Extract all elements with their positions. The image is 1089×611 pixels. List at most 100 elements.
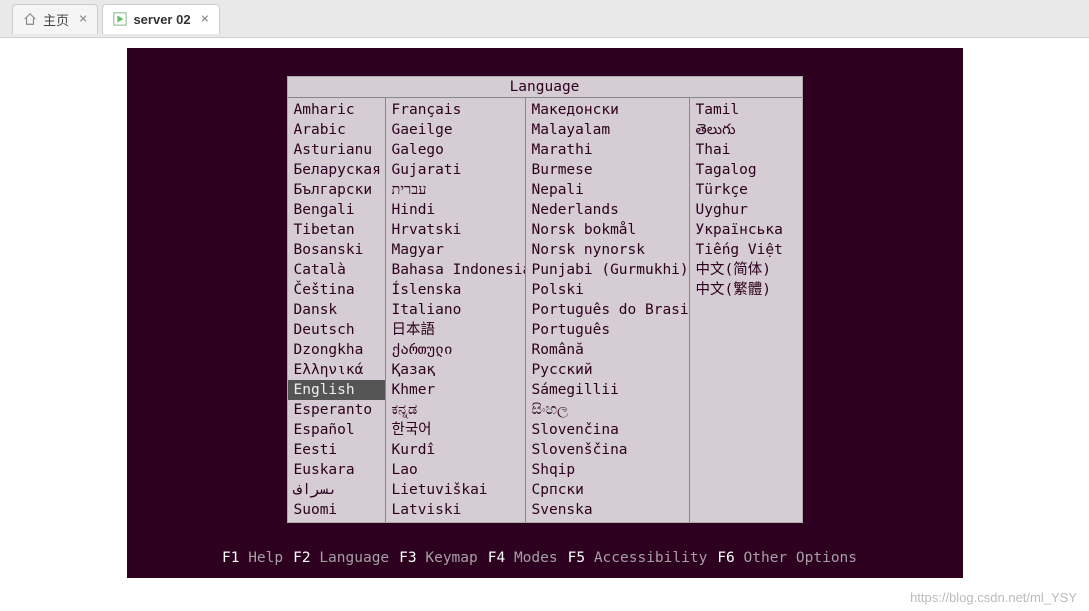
language-option[interactable]: ಕನ್ನಡ [386,400,525,420]
language-option[interactable]: Bosanski [288,240,385,260]
language-option[interactable]: Galego [386,140,525,160]
language-option[interactable]: Lao [386,460,525,480]
language-option[interactable]: Español [288,420,385,440]
play-icon [113,12,127,26]
language-option[interactable]: English [288,380,385,400]
dialog-title: Language [288,77,802,98]
language-option[interactable]: Slovenščina [526,440,689,460]
language-option[interactable]: ქართული [386,340,525,360]
language-option[interactable]: Kurdî [386,440,525,460]
fn-label: Accessibility [594,550,708,566]
tab-label: 主页 [43,10,69,29]
language-option[interactable]: తెలుగు [690,120,802,140]
language-option[interactable]: 日本語 [386,320,525,340]
language-option[interactable]: Tiếng Việt [690,240,802,260]
fn-label: Language [319,550,389,566]
language-option[interactable]: Polski [526,280,689,300]
fn-label: Modes [514,550,558,566]
function-key-bar: F1 HelpF2 LanguageF3 KeymapF4 ModesF5 Ac… [127,550,963,566]
fn-label: Other Options [744,550,858,566]
language-option[interactable]: Italiano [386,300,525,320]
language-option[interactable]: Norsk bokmål [526,220,689,240]
language-option[interactable]: Беларуская [288,160,385,180]
language-option[interactable]: Қазақ [386,360,525,380]
language-option[interactable]: Asturianu [288,140,385,160]
language-option[interactable]: Македонски [526,100,689,120]
fn-key[interactable]: F2 [293,550,319,566]
language-option[interactable]: Latviski [386,500,525,520]
close-icon[interactable]: × [79,11,87,27]
language-option[interactable]: עברית [386,180,525,200]
language-column: FrançaisGaeilgeGalegoGujaratiעבריתHindiH… [386,98,526,522]
fn-key[interactable]: F3 [399,550,425,566]
fn-key[interactable]: F5 [568,550,594,566]
language-option[interactable]: Hrvatski [386,220,525,240]
language-column: МакедонскиMalayalamMarathiBurmeseNepaliN… [526,98,690,522]
language-option[interactable]: 中文(简体) [690,260,802,280]
tab-home[interactable]: 主页 × [12,4,98,34]
language-option[interactable]: Suomi [288,500,385,520]
fn-key[interactable]: F4 [488,550,514,566]
language-option[interactable]: Română [526,340,689,360]
language-option[interactable]: Türkçe [690,180,802,200]
language-option[interactable]: Português do Brasil [526,300,689,320]
language-option[interactable]: Gaeilge [386,120,525,140]
language-option[interactable]: Tibetan [288,220,385,240]
language-option[interactable]: Ελληνικά [288,360,385,380]
language-grid: AmharicArabicAsturianuБеларускаяБългарск… [288,98,802,522]
language-option[interactable]: Magyar [386,240,525,260]
language-option[interactable]: Dansk [288,300,385,320]
watermark: https://blog.csdn.net/ml_YSY [910,590,1077,605]
language-option[interactable]: Khmer [386,380,525,400]
language-option[interactable]: Français [386,100,525,120]
language-option[interactable]: Gujarati [386,160,525,180]
language-option[interactable]: Català [288,260,385,280]
language-option[interactable]: Eesti [288,440,385,460]
tab-server[interactable]: server 02 × [102,4,220,34]
language-option[interactable]: Tagalog [690,160,802,180]
language-option[interactable]: ىسراف [288,480,385,500]
language-option[interactable]: Shqip [526,460,689,480]
language-option[interactable]: Русский [526,360,689,380]
language-option[interactable]: Dzongkha [288,340,385,360]
language-option[interactable]: 한국어 [386,420,525,440]
fn-key[interactable]: F1 [222,550,248,566]
language-option[interactable]: Euskara [288,460,385,480]
language-option[interactable]: Български [288,180,385,200]
language-option[interactable]: Čeština [288,280,385,300]
fn-key[interactable]: F6 [717,550,743,566]
close-icon[interactable]: × [201,11,209,27]
language-option[interactable]: Nepali [526,180,689,200]
language-option[interactable]: Íslenska [386,280,525,300]
language-column: TamilతెలుగుThaiTagalogTürkçeUyghurУкраїн… [690,98,802,522]
language-option[interactable]: Marathi [526,140,689,160]
language-option[interactable]: 中文(繁體) [690,280,802,300]
language-option[interactable]: Arabic [288,120,385,140]
terminal-container: Language AmharicArabicAsturianuБеларуска… [0,38,1089,578]
language-option[interactable]: Tamil [690,100,802,120]
language-option[interactable]: Slovenčina [526,420,689,440]
language-option[interactable]: Uyghur [690,200,802,220]
language-option[interactable]: Amharic [288,100,385,120]
language-option[interactable]: Burmese [526,160,689,180]
tab-bar: 主页 × server 02 × [0,0,1089,38]
language-option[interactable]: Српски [526,480,689,500]
language-option[interactable]: Malayalam [526,120,689,140]
language-option[interactable]: Svenska [526,500,689,520]
language-option[interactable]: Українська [690,220,802,240]
language-option[interactable]: Sámegillii [526,380,689,400]
fn-label: Keymap [425,550,477,566]
language-option[interactable]: Português [526,320,689,340]
language-option[interactable]: Nederlands [526,200,689,220]
language-option[interactable]: Deutsch [288,320,385,340]
language-option[interactable]: Bahasa Indonesia [386,260,525,280]
home-icon [23,12,37,26]
language-option[interactable]: සිංහල [526,400,689,420]
language-option[interactable]: Norsk nynorsk [526,240,689,260]
language-option[interactable]: Punjabi (Gurmukhi) [526,260,689,280]
language-option[interactable]: Hindi [386,200,525,220]
language-option[interactable]: Thai [690,140,802,160]
language-option[interactable]: Esperanto [288,400,385,420]
language-option[interactable]: Bengali [288,200,385,220]
language-option[interactable]: Lietuviškai [386,480,525,500]
